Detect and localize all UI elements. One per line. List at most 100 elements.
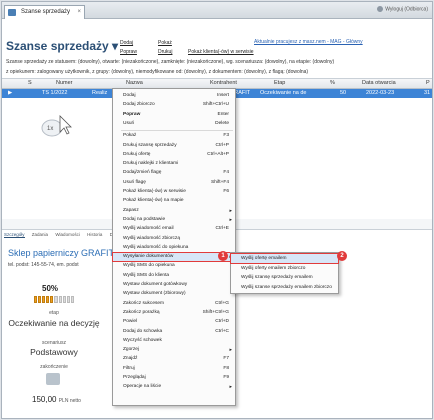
context-menu-item[interactable]: Wyślij wiadomość zbiorczą: [113, 235, 235, 243]
context-menu-item[interactable]: Pokaż klienta(-ów) w serwisie F6: [113, 188, 235, 196]
context-menu-item[interactable]: Wystaw dokument (zbiorowy): [113, 290, 235, 298]
menu-separator: [121, 130, 233, 132]
menu-item-shortcut: Ctrl+G: [215, 300, 229, 306]
context-menu-item[interactable]: Zakończ sukcesem Ctrl+G: [113, 300, 235, 308]
context-menu-item[interactable]: Drukuj ofertę Ctrl+Alt+P: [113, 151, 235, 159]
submenu-item[interactable]: Wyślij ofertę emailem: [230, 253, 339, 264]
amount-value: 150,00: [32, 395, 57, 404]
context-menu-item[interactable]: Wyślij wiadomość email Ctrl+E: [113, 225, 235, 233]
context-menu-item[interactable]: Dodaj na podstawie ▸: [113, 216, 235, 224]
submenu-item-label: Wyślij szanse sprzedaży emailem zbiorczo: [241, 284, 332, 290]
menu-pokaz[interactable]: Pokaż: [158, 39, 172, 48]
close-icon[interactable]: ×: [78, 6, 82, 19]
context-menu-item[interactable]: Zgorzej ▸: [113, 346, 235, 354]
menu-item-shortcut: Insert: [217, 93, 229, 98]
col-procent[interactable]: %: [330, 80, 335, 86]
menu-item-shortcut: Ctrl+P: [215, 142, 229, 148]
menu-item-label: Dodaj na podstawie: [123, 216, 166, 222]
context-menu-item[interactable]: Operacje na liście ▸: [113, 383, 235, 391]
submenu-item[interactable]: Wyślij szansę sprzedaży emailem: [231, 273, 338, 282]
context-menu-item[interactable]: Pokaż klienta(-ów) na mapie: [113, 197, 235, 205]
context-menu-item[interactable]: Usuń Delete: [113, 120, 235, 128]
context-menu-item[interactable]: Drukuj szansę sprzedaży Ctrl+P: [113, 142, 235, 150]
menu-item-label: Dodaj: [123, 93, 136, 98]
menu-item-label: Znajdź: [123, 356, 138, 362]
menu-item-label: Wyślij SMS do klienta: [123, 272, 170, 278]
col-etap[interactable]: Etap: [274, 80, 285, 86]
logout-button[interactable]: Wyloguj (Odbiorca): [377, 6, 428, 12]
cell-p: 31: [424, 90, 431, 96]
col-s[interactable]: S: [28, 80, 32, 86]
filters-line-1[interactable]: Szanse sprzedaży ze statusem: (dowolny),…: [6, 59, 334, 65]
col-numer[interactable]: Numer: [56, 80, 73, 86]
click-count-label: 1x: [47, 126, 53, 132]
tab-historia[interactable]: Historia: [87, 232, 102, 237]
context-menu-item[interactable]: Popraw Enter: [113, 111, 235, 119]
context-menu-item[interactable]: Dodaj do schowka Ctrl+C: [113, 328, 235, 336]
menu-show-client: Pokaż klienta(-ów) w serwisie: [188, 48, 254, 57]
menu-item-shortcut: F9: [223, 375, 229, 380]
context-menu-item[interactable]: Filtruj F8: [113, 365, 235, 373]
context-menu-item[interactable]: Wyślij SMS do klienta: [113, 272, 235, 280]
menu-item-label: Filtruj: [123, 365, 135, 371]
callout-badge-2: 2: [337, 251, 347, 261]
context-menu-item[interactable]: Wysyłanie dokumentów▸: [112, 252, 236, 263]
tab-wiadomosci[interactable]: Wiadomości: [55, 232, 80, 237]
filters-line-2[interactable]: z opiekunem: zalogowany użytkownik, z gr…: [6, 69, 308, 75]
menu-popraw[interactable]: Popraw: [120, 48, 137, 57]
menu-drukuj[interactable]: Drukuj: [158, 48, 172, 57]
submenu-item-label: Wyślij ofertę emailem: [241, 256, 287, 261]
col-data-otwarcia[interactable]: Data otwarcia: [362, 80, 396, 86]
menu-item-label: Przeglądaj: [123, 375, 146, 380]
etap-value: Oczekiwanie na decyzję: [8, 318, 100, 328]
menu-item-label: Operacje na liście: [123, 384, 162, 390]
tab-zadania[interactable]: Zadania: [32, 232, 48, 237]
menu-item-shortcut: Enter: [217, 111, 229, 117]
col-p[interactable]: P: [426, 80, 430, 86]
context-link[interactable]: Aktualnie pracujesz z masz.nem - MAG - G…: [254, 39, 363, 45]
scenariusz-label: scenariusz: [42, 340, 66, 346]
context-menu-item[interactable]: Wyślij wiadomość do opiekuna: [113, 244, 235, 252]
context-menu-item[interactable]: Wyślij SMS do opiekuna: [113, 262, 235, 270]
tab-szanse-sprzedazy[interactable]: Szanse sprzedaży ×: [4, 5, 86, 19]
menu-item-label: Wyślij wiadomość do opiekuna: [123, 244, 189, 250]
submenu-item-label: Wyślij oferty emailem zbiorczo: [241, 265, 306, 271]
menu-item-shortcut: Ctrl+E: [215, 226, 229, 232]
context-menu-item[interactable]: Drukuj naklejki z klientami: [113, 160, 235, 168]
context-menu-item[interactable]: Dodaj Insert: [113, 92, 235, 100]
menu-item-shortcut: Shift+Ctrl+G: [202, 309, 229, 315]
menu-item-label: Drukuj naklejki z klientami: [123, 161, 179, 167]
menu-item-label: Pokaż klienta(-ów) w serwisie: [123, 189, 186, 194]
tab-szczegoly[interactable]: Szczegóły: [4, 232, 25, 238]
menu-item-label: Wystaw dokument (zbiorowy): [123, 291, 186, 297]
mouse-click-icon: 1x: [41, 115, 72, 137]
company-name[interactable]: Sklep papierniczy GRAFIT: [8, 248, 114, 258]
submenu-item[interactable]: Wyślij szanse sprzedaży emailem zbiorczo: [231, 283, 338, 292]
col-nazwa[interactable]: Nazwa: [126, 80, 143, 86]
context-menu-item[interactable]: Dodaj zbiorczo Shift+Ctrl+U: [113, 101, 235, 109]
menu-item-label: Usuń: [123, 120, 135, 126]
context-menu-item[interactable]: Usuń flagę Shift+F4: [113, 179, 235, 187]
menu-item-label: Usuń flagę: [123, 179, 146, 185]
menu-dodaj[interactable]: Dodaj: [120, 39, 137, 48]
menu-item-shortcut: F6: [223, 189, 229, 194]
scenariusz-value: Podstawowy: [30, 347, 78, 357]
page-title: Szanse sprzedaży ▾: [6, 39, 119, 53]
context-menu-item[interactable]: Wystaw dokument gotówkowy: [113, 281, 235, 289]
context-menu-item[interactable]: Powiel Ctrl+D: [113, 318, 235, 326]
context-menu-item[interactable]: Zapasz ▸: [113, 207, 235, 215]
submenu-arrow-icon: ▸: [229, 216, 232, 223]
amount: 150,00 PLN netto: [32, 395, 81, 404]
show-client-service-link[interactable]: Pokaż klienta(-ów) w serwisie: [188, 48, 254, 57]
context-menu-item[interactable]: Zakończ porażką Shift+Ctrl+G: [113, 309, 235, 317]
context-menu-item[interactable]: Znajdź F7: [113, 355, 235, 363]
menu-item-label: Popraw: [123, 111, 141, 117]
context-menu-item[interactable]: Dodaj/zmień flagę F4: [113, 169, 235, 177]
menu-item-label: Zapasz: [123, 207, 139, 213]
menu-item-label: Wyślij SMS do opiekuna: [123, 263, 175, 269]
submenu-item[interactable]: Wyślij oferty emailem zbiorczo: [231, 264, 338, 273]
context-menu-item[interactable]: Przeglądaj F9: [113, 374, 235, 382]
col-kontrahent[interactable]: Kontrahent: [210, 80, 237, 86]
context-menu-item[interactable]: Wyczyść schowek: [113, 337, 235, 345]
context-menu-item[interactable]: Pokaż F3: [113, 132, 235, 140]
